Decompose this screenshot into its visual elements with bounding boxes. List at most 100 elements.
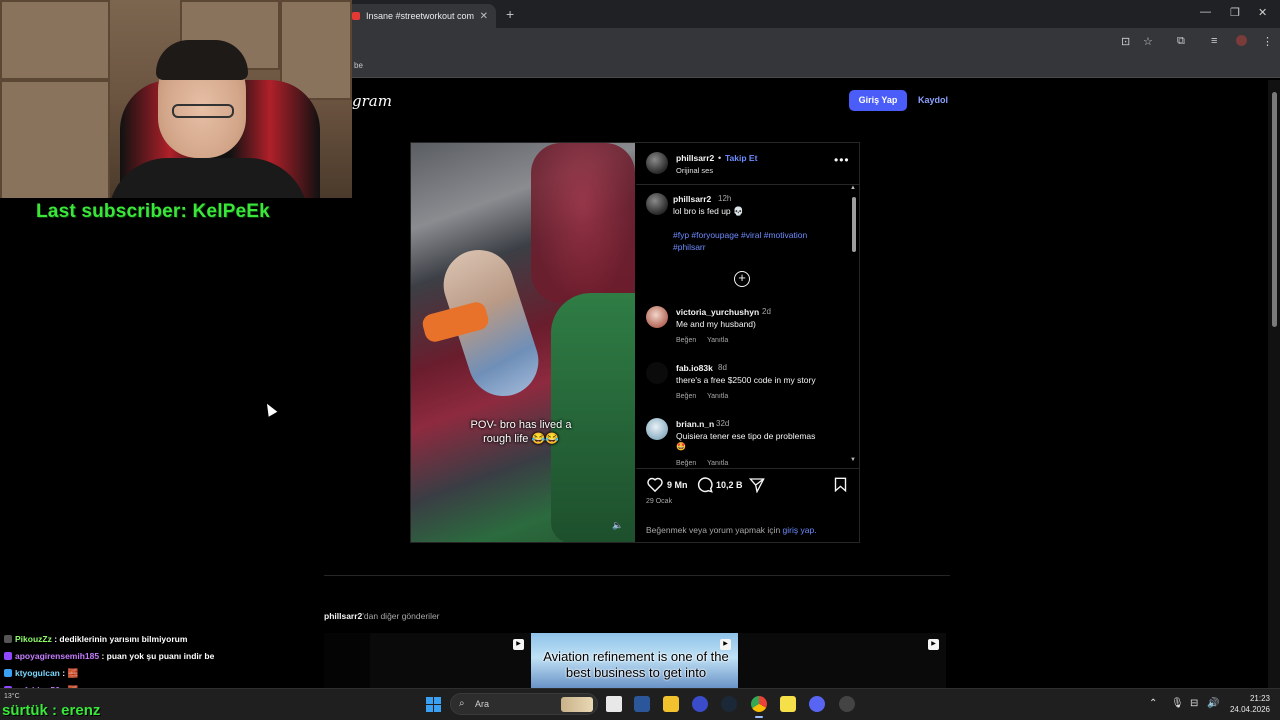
comment-text: Me and my husband)	[676, 319, 756, 329]
like-comment-button[interactable]: Beğen	[676, 337, 696, 344]
reel-video[interactable]	[411, 143, 635, 542]
author-username[interactable]: phillsarr2	[676, 153, 714, 163]
page-scrollbar[interactable]	[1268, 80, 1280, 688]
save-bookmark-icon[interactable]	[834, 477, 847, 492]
media-controls-icon[interactable]: ≡	[1211, 35, 1217, 47]
weather-temp[interactable]: 13°C	[4, 693, 20, 700]
chat-message: ktyogulcan : 🧱	[4, 668, 78, 679]
taskbar-clock[interactable]: 21:23 24.04.2026	[1228, 693, 1270, 715]
more-options-icon[interactable]: •••	[834, 153, 850, 167]
reel-icon: ▶	[928, 639, 939, 650]
chat-user: ktyogulcan	[15, 668, 60, 678]
author-avatar[interactable]	[646, 152, 668, 174]
comment-text: there's a free $2500 code in my story	[676, 375, 816, 385]
page-scrollbar-thumb[interactable]	[1272, 92, 1277, 327]
reply-comment-button[interactable]: Yanıtla	[707, 460, 728, 467]
app-icon[interactable]	[692, 696, 708, 712]
comment-text: Quisiera tener ese tipo de problemas	[676, 431, 816, 441]
comment-username[interactable]: fab.io83k	[676, 363, 713, 373]
heart-icon[interactable]	[647, 477, 663, 492]
chat-badge-icon	[4, 652, 12, 660]
maximize-icon[interactable]: ❐	[1230, 6, 1240, 19]
chat-text: 🧱	[67, 668, 79, 678]
login-button[interactable]: Giriş Yap	[849, 90, 907, 111]
browser-tab[interactable]: Insane #streetworkout compet ✕	[344, 4, 496, 28]
chat-badge-icon	[4, 635, 12, 643]
discord-icon[interactable]	[809, 696, 825, 712]
windows-start-icon[interactable]	[426, 697, 441, 712]
caption-avatar[interactable]	[646, 193, 668, 215]
load-more-comments-icon[interactable]: +	[734, 271, 750, 287]
comment-icon[interactable]	[697, 477, 713, 493]
separator-dot: •	[718, 153, 722, 163]
post-thumbnail[interactable]: Aviation refinement is one of the best b…	[531, 633, 738, 688]
comment-time: 2d	[762, 307, 771, 316]
volume-icon[interactable]: 🔊	[1207, 698, 1219, 709]
reel-icon: ▶	[513, 639, 524, 650]
latest-follower-label: sürtük : erenz	[2, 702, 101, 719]
steam-icon[interactable]	[721, 696, 737, 712]
instagram-logo[interactable]: gram	[352, 92, 392, 110]
webcam-overlay	[0, 0, 352, 198]
taskbar-search[interactable]: ⌕ Ara	[450, 693, 598, 715]
reply-comment-button[interactable]: Yanıtla	[707, 337, 728, 344]
tray-chevron-icon[interactable]: ⌃	[1149, 698, 1157, 709]
browser-menu-icon[interactable]: ⋮	[1262, 35, 1273, 48]
tab-title: Insane #streetworkout compet	[366, 11, 474, 21]
minimize-icon[interactable]: —	[1200, 6, 1211, 18]
sticky-notes-icon[interactable]	[780, 696, 796, 712]
comment-username[interactable]: brian.n_n	[676, 419, 714, 429]
profile-avatar-icon[interactable]	[1236, 35, 1247, 46]
streamer-glasses	[172, 104, 234, 118]
extensions-icon[interactable]: ⧉	[1177, 35, 1185, 48]
youtube-favicon-icon	[352, 12, 360, 20]
section-divider	[324, 575, 950, 576]
task-view-icon[interactable]	[606, 696, 622, 712]
new-tab-button[interactable]: +	[506, 6, 514, 22]
comment-time: 32d	[716, 419, 730, 428]
search-icon: ⌕	[459, 698, 465, 709]
speaker-icon[interactable]: 🔈	[612, 520, 623, 531]
caption-hashtags[interactable]: #fyp #foryoupage #viral #motivation #phi…	[673, 229, 833, 253]
bookmark-star-icon[interactable]: ☆	[1143, 35, 1153, 48]
calculator-icon[interactable]	[634, 696, 650, 712]
more-posts-grid: ▶ Aviation refinement is one of the best…	[324, 633, 946, 688]
install-app-icon[interactable]: ⊡	[1121, 35, 1130, 48]
comment-avatar[interactable]	[646, 306, 668, 328]
streamer-hair	[156, 40, 248, 80]
comment-emoji: 🤩	[676, 442, 686, 451]
post-thumbnail[interactable]: ▶	[738, 633, 946, 688]
clock-time: 21:23	[1249, 694, 1270, 703]
chrome-icon[interactable]	[751, 696, 767, 712]
window-close-icon[interactable]: ✕	[1258, 6, 1267, 19]
close-tab-icon[interactable]: ✕	[480, 11, 488, 22]
scroll-down-icon[interactable]: ▼	[850, 457, 856, 463]
audio-label[interactable]: Orijinal ses	[676, 166, 713, 175]
comments-count: 10,2 B	[716, 480, 743, 490]
network-icon[interactable]: ⊟	[1190, 698, 1198, 709]
post-date: 29 Ocak	[646, 498, 673, 505]
bookmark-item[interactable]: be	[354, 61, 363, 70]
share-icon[interactable]	[749, 477, 765, 493]
follow-button[interactable]: Takip Et	[725, 153, 757, 163]
clock-date: 24.04.2026	[1229, 705, 1270, 714]
more-posts-username[interactable]: phillsarr2	[324, 611, 362, 621]
caption-username[interactable]: phillsarr2	[673, 194, 711, 204]
like-comment-button[interactable]: Beğen	[676, 393, 696, 400]
search-highlight-image	[561, 697, 593, 712]
comment-avatar[interactable]	[646, 362, 668, 384]
microphone-icon[interactable]: 🎙	[1171, 698, 1184, 709]
comment-username[interactable]: victoria_yurchushyn	[676, 307, 759, 317]
video-car-seat	[531, 143, 635, 303]
like-comment-button[interactable]: Beğen	[676, 460, 696, 467]
signup-link[interactable]: Kaydol	[918, 95, 948, 105]
comment-avatar[interactable]	[646, 418, 668, 440]
scroll-up-icon[interactable]: ▲	[850, 185, 856, 191]
comments-scrollbar[interactable]: ▲ ▼	[850, 185, 858, 468]
reply-comment-button[interactable]: Yanıtla	[707, 393, 728, 400]
login-prompt-text: Beğenmek veya yorum yapmak için	[646, 525, 781, 535]
comments-scrollbar-thumb[interactable]	[852, 197, 856, 252]
app-icon[interactable]	[839, 696, 855, 712]
file-explorer-icon[interactable]	[663, 696, 679, 712]
login-prompt-link[interactable]: giriş yap.	[783, 525, 817, 535]
